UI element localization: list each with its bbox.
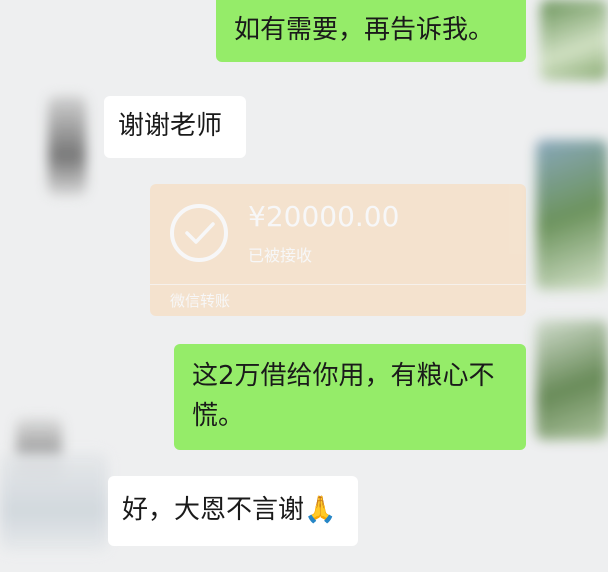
message-text: 这2万借给你用，有粮心不慌。: [192, 361, 495, 431]
transfer-amount: ¥20000.00: [248, 200, 400, 233]
transfer-divider: [150, 284, 526, 285]
sender-avatar-blurred: [536, 320, 608, 440]
sender-avatar-blurred: [536, 140, 608, 290]
receiver-avatar-blurred: [48, 96, 86, 196]
receiver-avatar-blurred: [0, 452, 108, 552]
message-bubble-sent[interactable]: 这2万借给你用，有粮心不慌。: [174, 344, 526, 450]
sender-avatar-blurred: [540, 0, 608, 80]
transfer-footer: 微信转账: [170, 292, 231, 310]
message-text: 如有需要，再告诉我。: [234, 15, 495, 45]
transfer-status: 已被接收: [248, 246, 313, 265]
message-text: 谢谢老师: [118, 111, 223, 141]
check-circle-icon: [170, 204, 228, 262]
message-bubble-sent[interactable]: 如有需要，再告诉我。: [216, 0, 526, 62]
message-text: 好，大恩不言谢🙏: [122, 495, 337, 525]
message-bubble-received[interactable]: 谢谢老师: [104, 96, 246, 158]
message-bubble-received[interactable]: 好，大恩不言谢🙏: [108, 476, 358, 546]
transfer-card[interactable]: ¥20000.00 已被接收 微信转账: [150, 184, 526, 316]
